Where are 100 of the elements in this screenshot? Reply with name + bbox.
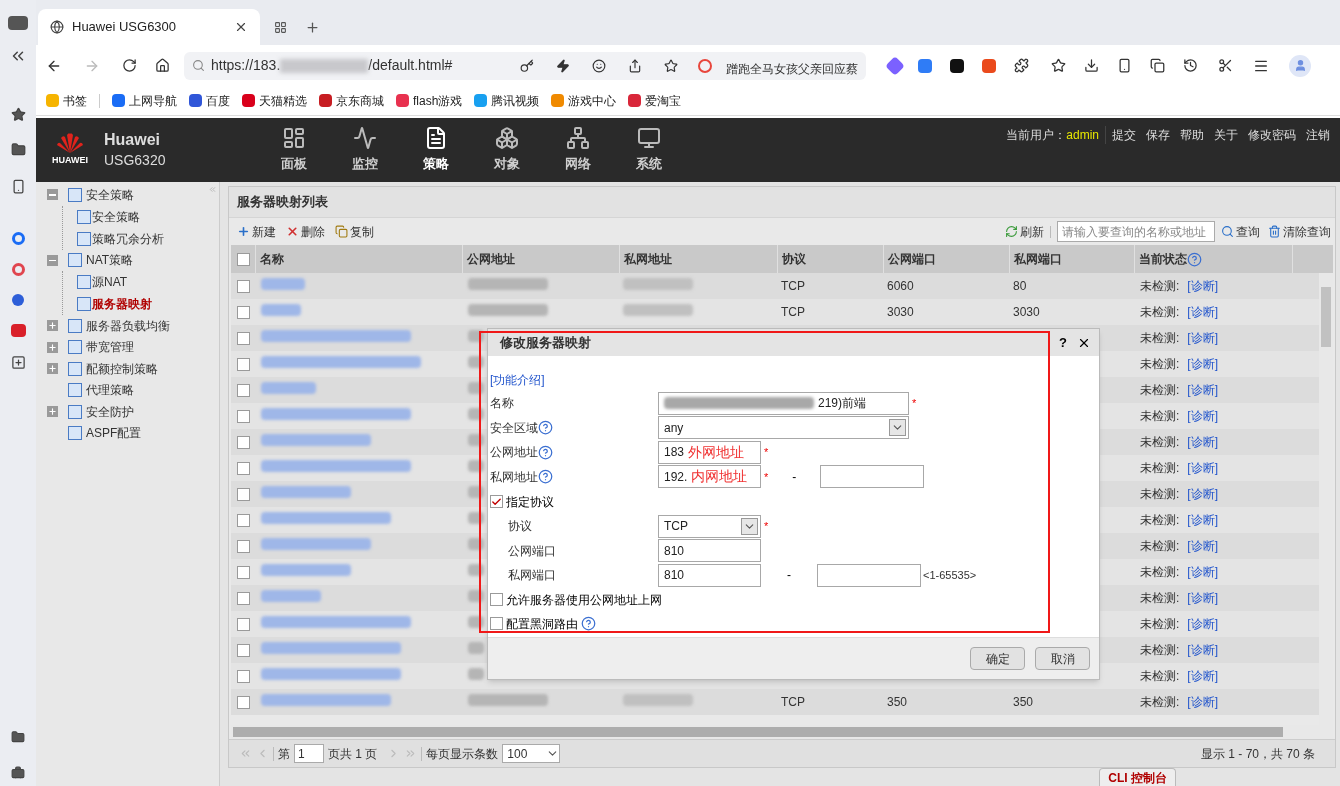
checkbox[interactable] bbox=[236, 591, 250, 605]
header-link[interactable]: 修改密码 bbox=[1248, 126, 1296, 144]
tree-item[interactable]: 服务器映射 bbox=[92, 295, 152, 313]
translate-icon[interactable] bbox=[918, 58, 932, 73]
share-icon[interactable] bbox=[628, 58, 642, 73]
history-icon[interactable] bbox=[1183, 58, 1198, 73]
page-field[interactable]: 1 bbox=[294, 744, 324, 763]
close-icon[interactable] bbox=[234, 20, 248, 34]
checkbox[interactable] bbox=[490, 495, 503, 508]
diagnose-link[interactable]: [诊断] bbox=[1187, 589, 1218, 607]
tree-item[interactable]: 安全策略 bbox=[92, 207, 140, 226]
sidebar-toggle-icon[interactable] bbox=[8, 16, 28, 30]
phone-icon[interactable] bbox=[10, 179, 26, 194]
nav-tab[interactable]: 系统 bbox=[613, 118, 684, 182]
tree-item[interactable]: ASPF配置 bbox=[86, 424, 142, 443]
checkbox[interactable] bbox=[490, 593, 503, 606]
header-link[interactable]: 提交 bbox=[1112, 126, 1136, 144]
nav-tab[interactable]: 监控 bbox=[329, 118, 400, 182]
diagnose-link[interactable]: [诊断] bbox=[1187, 407, 1218, 425]
text-field[interactable]: 183 外网地址 bbox=[658, 440, 761, 464]
clear-query-button[interactable]: 清除查询 bbox=[1268, 222, 1331, 241]
help-icon[interactable] bbox=[581, 616, 596, 631]
diagnose-link[interactable]: [诊断] bbox=[1187, 277, 1218, 295]
search-field[interactable]: 请输入要查询的名称或地址 bbox=[1057, 221, 1215, 242]
checkbox[interactable] bbox=[236, 435, 250, 449]
star-icon[interactable] bbox=[10, 107, 26, 122]
bookmark[interactable]: 腾讯视频 bbox=[474, 91, 540, 110]
search-app-icon[interactable] bbox=[11, 232, 25, 245]
briefcase-icon[interactable] bbox=[11, 766, 25, 780]
phone-icon[interactable] bbox=[1117, 58, 1132, 73]
folder-icon[interactable] bbox=[10, 142, 26, 157]
diagnose-link[interactable]: [诊断] bbox=[1187, 615, 1218, 633]
bookmark[interactable]: flash游戏 bbox=[396, 91, 463, 110]
header-link[interactable]: 关于 bbox=[1214, 126, 1238, 144]
key-icon[interactable] bbox=[520, 58, 534, 73]
star-icon[interactable] bbox=[1051, 58, 1066, 73]
news-text[interactable]: 蹭跑全马女孩父亲回应蔡 bbox=[726, 59, 858, 78]
scissors-icon[interactable] bbox=[1218, 58, 1233, 73]
address-bar[interactable]: https://183. /default.html# 蹭跑全马女孩父亲回应蔡 bbox=[184, 51, 866, 80]
checkbox[interactable] bbox=[236, 617, 250, 631]
column-header[interactable]: 当前状态 bbox=[1139, 250, 1187, 268]
diagnose-link[interactable]: [诊断] bbox=[1187, 641, 1218, 659]
expand-toggle[interactable] bbox=[47, 406, 58, 418]
drawing-app-icon[interactable] bbox=[950, 58, 964, 73]
checkbox[interactable] bbox=[236, 383, 250, 397]
tree-item[interactable]: 源NAT bbox=[92, 273, 128, 291]
expand-toggle[interactable] bbox=[47, 363, 58, 375]
page-size-select[interactable]: 100 bbox=[502, 744, 561, 763]
dialog-button[interactable]: 取消 bbox=[1035, 647, 1090, 670]
expand-toggle[interactable] bbox=[47, 320, 58, 332]
bookmark[interactable]: 爱淘宝 bbox=[628, 91, 682, 110]
select-field[interactable]: TCP bbox=[658, 514, 761, 538]
collapse-toggle[interactable] bbox=[47, 189, 58, 201]
diagnose-link[interactable]: [诊断] bbox=[1187, 485, 1218, 503]
paw-icon[interactable] bbox=[12, 294, 24, 306]
home-icon[interactable] bbox=[155, 58, 170, 73]
checkbox[interactable] bbox=[236, 409, 250, 423]
diagnose-link[interactable]: [诊断] bbox=[1187, 459, 1218, 477]
text-field[interactable]: 192. 内网地址 bbox=[658, 465, 761, 489]
diagnose-link[interactable]: [诊断] bbox=[1187, 693, 1218, 711]
tree-item[interactable]: 安全防护 bbox=[86, 402, 134, 421]
star-icon[interactable] bbox=[664, 58, 678, 73]
collapse-toggle[interactable] bbox=[47, 254, 58, 266]
checkbox[interactable] bbox=[236, 565, 250, 579]
bookmark[interactable]: 上网导航 bbox=[112, 91, 177, 110]
cli-console-tab[interactable]: CLI 控制台 bbox=[1099, 768, 1176, 786]
dialog-button[interactable]: 确定 bbox=[970, 647, 1025, 670]
diagnose-link[interactable]: [诊断] bbox=[1187, 511, 1218, 529]
header-link[interactable]: 帮助 bbox=[1180, 126, 1204, 144]
tree-item[interactable]: NAT策略 bbox=[86, 251, 134, 270]
folder-icon[interactable] bbox=[11, 730, 25, 744]
diagnose-link[interactable]: [诊断] bbox=[1187, 433, 1218, 451]
reload-icon[interactable] bbox=[122, 58, 137, 73]
new-tab-icon[interactable] bbox=[305, 19, 320, 35]
column-header[interactable]: 公网地址 bbox=[467, 250, 515, 268]
tab-grid-icon[interactable] bbox=[274, 20, 287, 34]
diagnose-link[interactable]: [诊断] bbox=[1187, 355, 1218, 373]
checkbox[interactable] bbox=[236, 357, 250, 371]
text-field[interactable] bbox=[817, 563, 921, 587]
tree-item[interactable]: 服务器负载均衡 bbox=[86, 316, 170, 335]
tree-item[interactable]: 代理策略 bbox=[86, 381, 134, 400]
browser-tab[interactable]: Huawei USG6300 bbox=[38, 9, 260, 45]
nav-tab[interactable]: 网络 bbox=[542, 118, 613, 182]
select-field[interactable]: any bbox=[658, 416, 909, 440]
expand-toggle[interactable] bbox=[47, 341, 58, 353]
refresh-button[interactable]: 刷新 bbox=[1005, 222, 1044, 241]
toolbar-button[interactable]: 复制 bbox=[335, 222, 374, 241]
download-icon[interactable] bbox=[1084, 58, 1099, 73]
pdf-app-icon[interactable] bbox=[982, 58, 996, 73]
extension-icon[interactable] bbox=[1014, 58, 1029, 73]
tree-item[interactable]: 策略冗余分析 bbox=[92, 229, 164, 248]
text-field[interactable]: 219)前端 bbox=[658, 391, 909, 415]
toolbar-button[interactable]: 新建 bbox=[237, 222, 276, 241]
diagnose-link[interactable]: [诊断] bbox=[1187, 303, 1218, 321]
collapse-handle-icon[interactable] bbox=[208, 185, 217, 194]
tree-item[interactable]: 配额控制策略 bbox=[86, 359, 158, 378]
checkbox[interactable] bbox=[236, 539, 250, 553]
help-icon[interactable] bbox=[1187, 251, 1202, 267]
checkbox[interactable] bbox=[236, 305, 250, 319]
text-field[interactable] bbox=[820, 465, 925, 489]
